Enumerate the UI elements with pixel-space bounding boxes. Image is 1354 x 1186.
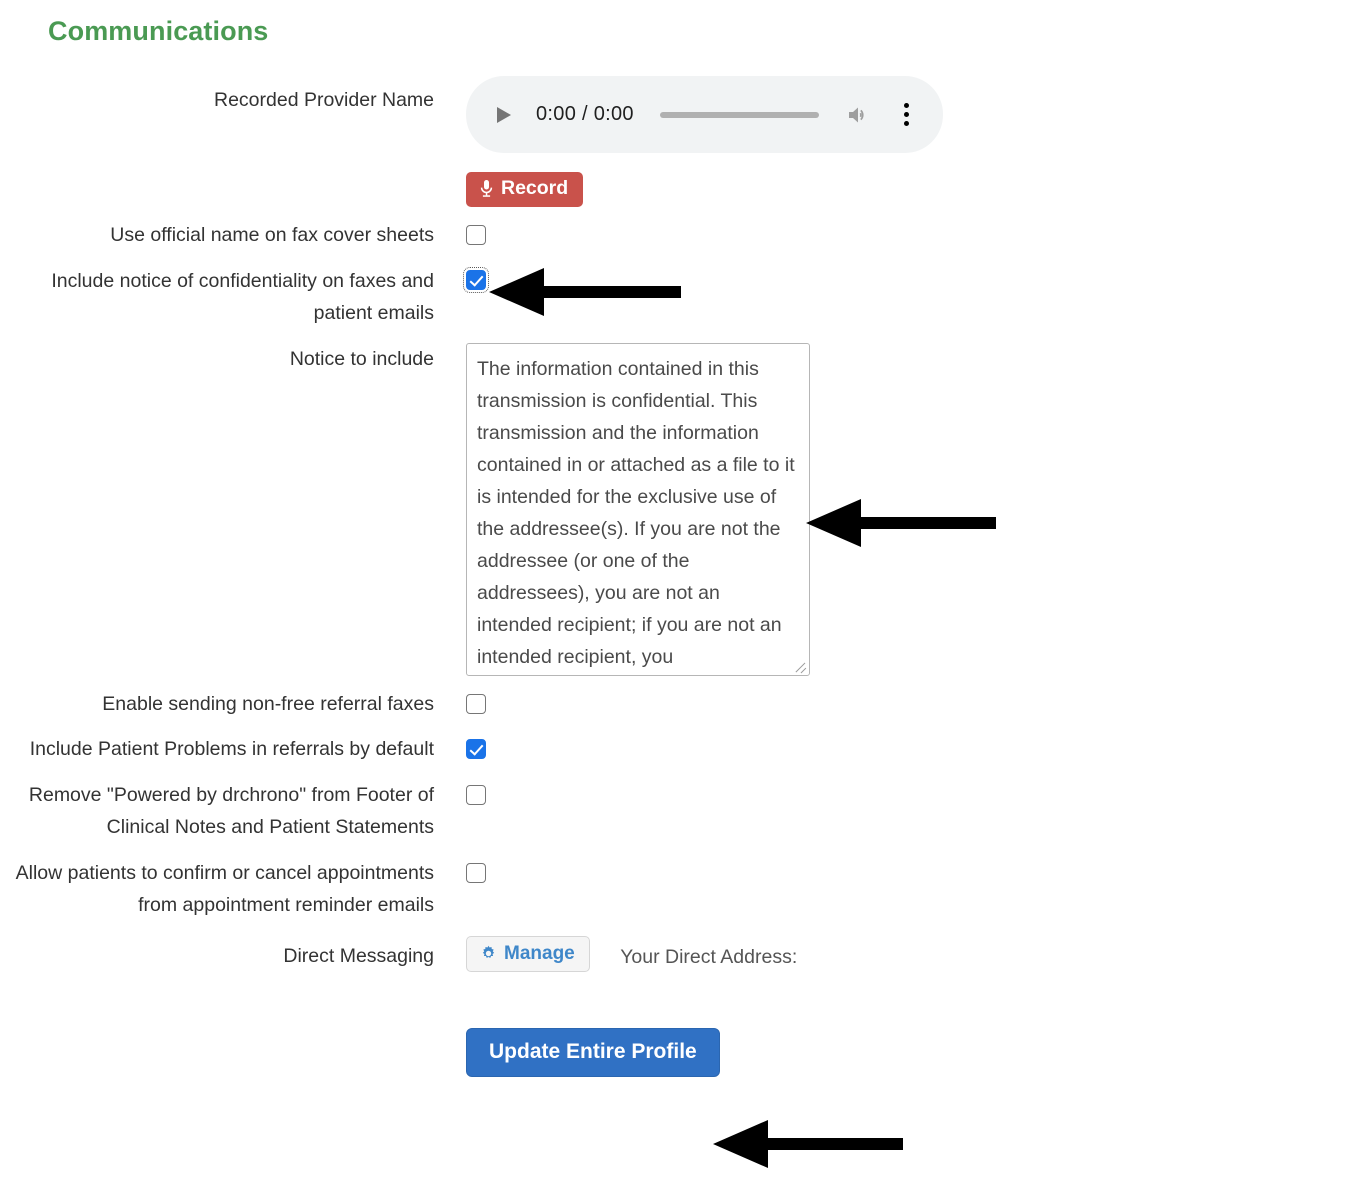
microphone-icon bbox=[479, 179, 494, 198]
checkbox-enable-nonfree-faxes[interactable] bbox=[466, 693, 486, 714]
label-remove-powered-by: Remove "Powered by drchrono" from Footer… bbox=[28, 783, 434, 838]
cell-audio-player: 0:00 / 0:00 bbox=[434, 76, 1354, 153]
checkbox-allow-patients-confirm[interactable] bbox=[466, 862, 486, 883]
cell-record-button: Record bbox=[434, 172, 1354, 207]
manage-button-label: Manage bbox=[504, 942, 575, 964]
label-recorded-provider-name: Recorded Provider Name bbox=[213, 89, 434, 111]
checkbox-use-official-name[interactable] bbox=[466, 224, 486, 245]
more-vertical-icon[interactable] bbox=[893, 102, 919, 128]
cell-include-patient-problems bbox=[434, 733, 1354, 759]
label-notice-to-include: Notice to include bbox=[289, 347, 434, 370]
row-include-patient-problems: Include Patient Problems in referrals by… bbox=[0, 733, 1354, 765]
cell-direct-messaging: Manage Your Direct Address: bbox=[434, 935, 1354, 972]
cell-remove-powered-by bbox=[434, 779, 1354, 805]
audio-player[interactable]: 0:00 / 0:00 bbox=[466, 76, 943, 153]
record-button-label: Record bbox=[501, 177, 569, 199]
cell-include-confidentiality bbox=[434, 265, 1354, 293]
notice-textarea[interactable] bbox=[466, 342, 810, 676]
row-notice-to-include: Notice to include bbox=[0, 342, 1354, 676]
checkbox-remove-powered-by[interactable] bbox=[466, 784, 486, 805]
cell-notice-to-include bbox=[434, 342, 1354, 676]
row-recorded-provider-name: Recorded Provider Name 0:00 / 0:00 bbox=[0, 76, 1354, 153]
cell-enable-nonfree-faxes bbox=[434, 689, 1354, 714]
cell-update-profile: Update Entire Profile bbox=[434, 1027, 1354, 1077]
checkbox-include-patient-problems[interactable] bbox=[466, 738, 486, 759]
record-button[interactable]: Record bbox=[466, 172, 584, 207]
row-enable-nonfree-faxes: Enable sending non-free referral faxes bbox=[0, 689, 1354, 719]
row-allow-patients-confirm: Allow patients to confirm or cancel appo… bbox=[0, 857, 1354, 921]
label-use-official-name: Use official name on fax cover sheets bbox=[110, 223, 434, 246]
label-include-patient-problems: Include Patient Problems in referrals by… bbox=[29, 737, 434, 760]
update-entire-profile-button[interactable]: Update Entire Profile bbox=[466, 1027, 720, 1077]
label-allow-patients-confirm: Allow patients to confirm or cancel appo… bbox=[15, 861, 434, 916]
row-direct-messaging: Direct Messaging Manage Your Direct Addr… bbox=[0, 935, 1354, 972]
label-include-confidentiality: Include notice of confidentiality on fax… bbox=[51, 269, 434, 324]
cell-allow-patients-confirm bbox=[434, 857, 1354, 883]
play-icon[interactable] bbox=[490, 102, 516, 128]
row-update-profile: Update Entire Profile bbox=[0, 1027, 1354, 1077]
label-enable-nonfree-faxes: Enable sending non-free referral faxes bbox=[102, 692, 434, 715]
row-record-button: Record bbox=[0, 172, 1354, 207]
row-use-official-name: Use official name on fax cover sheets bbox=[0, 220, 1354, 250]
annotation-arrow-update-button bbox=[713, 1120, 903, 1168]
checkbox-include-confidentiality[interactable] bbox=[463, 266, 489, 293]
label-direct-messaging: Direct Messaging bbox=[283, 944, 434, 967]
manage-button[interactable]: Manage bbox=[466, 935, 590, 972]
page-title: Communications bbox=[48, 16, 269, 46]
communications-form: Recorded Provider Name 0:00 / 0:00 Recor… bbox=[0, 76, 1354, 1077]
audio-time-display: 0:00 / 0:00 bbox=[536, 103, 634, 125]
volume-icon[interactable] bbox=[845, 103, 873, 127]
direct-address-label: Your Direct Address: bbox=[620, 945, 798, 968]
row-include-confidentiality: Include notice of confidentiality on fax… bbox=[0, 265, 1354, 329]
cell-use-official-name bbox=[434, 220, 1354, 245]
audio-progress-slider[interactable] bbox=[659, 111, 819, 118]
row-remove-powered-by: Remove "Powered by drchrono" from Footer… bbox=[0, 779, 1354, 843]
gear-icon bbox=[480, 945, 497, 962]
